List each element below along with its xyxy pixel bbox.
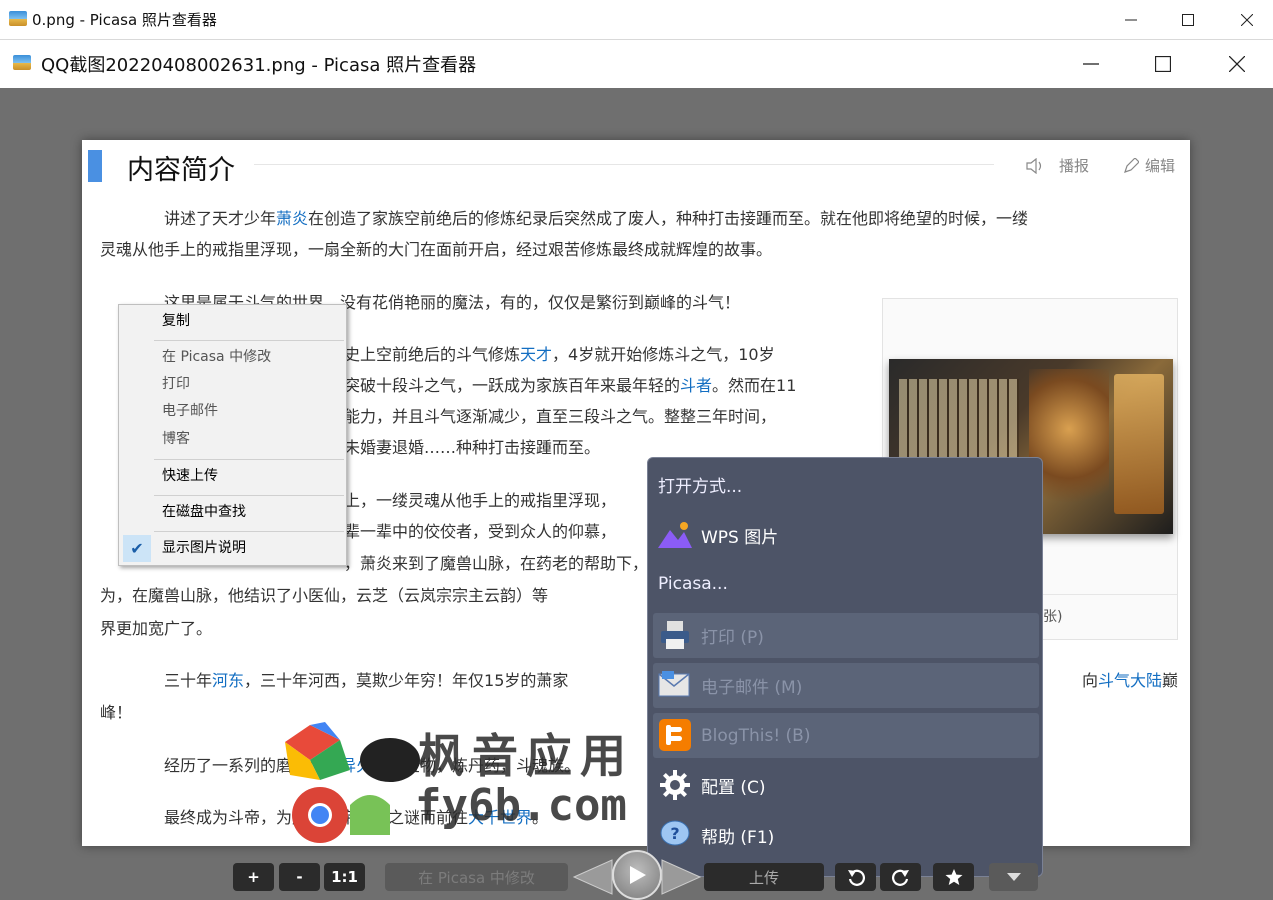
edit-link: 编辑	[1123, 155, 1175, 176]
menu-edit-in-picasa[interactable]: 在 Picasa 中修改	[119, 344, 346, 371]
next-arrow-icon[interactable]	[656, 858, 702, 896]
para4-line1: 上，一缕灵魂从他手上的戒指里浮现，	[344, 491, 617, 510]
para4-line5: 界更加宽广了。	[100, 619, 213, 638]
help-icon: ?	[658, 818, 692, 852]
minimize-icon	[1083, 63, 1099, 65]
inner-maximize-button[interactable]	[1143, 49, 1183, 79]
close-icon	[1229, 56, 1245, 72]
chevron-down-icon	[1006, 873, 1021, 881]
actual-size-button[interactable]: 1:1	[324, 863, 365, 891]
blogger-icon	[658, 718, 692, 752]
star-icon	[945, 869, 962, 885]
help-label: 帮助 (F1)	[701, 828, 775, 848]
zoom-out-button[interactable]: -	[279, 863, 320, 891]
wps-picture-icon	[658, 518, 692, 552]
print-item[interactable]: 打印 (P)	[653, 613, 1039, 658]
para3-line4: 未婚妻退婚……种种打击接踵而至。	[344, 438, 601, 457]
menu-find-on-disk[interactable]: 在磁盘中查找	[119, 499, 346, 526]
printer-icon	[658, 618, 692, 652]
menu-print[interactable]: 打印	[119, 371, 346, 398]
outer-title-bar: 0.png - Picasa 照片查看器	[0, 0, 1273, 40]
report-link: 播报	[1025, 155, 1089, 176]
gear-icon	[658, 768, 692, 802]
para3-line3: 能力，并且斗气逐渐减少，直至三段斗之气。整整三年时间，	[344, 407, 777, 426]
zoom-in-button[interactable]: +	[233, 863, 274, 891]
pencil-icon	[1124, 157, 1139, 173]
config-label: 配置 (C)	[701, 778, 766, 798]
star-button[interactable]	[933, 863, 974, 891]
open-with-menu: 打开方式... WPS 图片 Picasa... 打印 (P) 电子邮件 (M)…	[647, 457, 1043, 877]
blogthis-label: BlogThis! (B)	[701, 725, 811, 746]
para3-line2: 突破十段斗之气，一跃成为家族百年来最年轻的斗者。然而在11	[344, 376, 797, 395]
maximize-button[interactable]	[1168, 5, 1208, 35]
slideshow-play-button[interactable]	[612, 850, 662, 900]
email-icon	[658, 668, 692, 702]
minimize-button[interactable]	[1111, 5, 1151, 35]
image-caption: 张)	[1043, 609, 1063, 625]
para1-line2: 灵魂从他手上的戒指里浮现，一扇全新的大门在面前开启，经过艰苦修炼最终成就辉煌的故…	[100, 240, 773, 259]
para4-line3: ，萧炎来到了魔兽山脉，在药老的帮助下，为	[344, 554, 665, 573]
para7: 最终成为斗帝，为解开斗帝失踪之谜而前往大千世界。	[164, 808, 549, 827]
inner-window-title: QQ截图20220408002631.png - Picasa 照片查看器	[41, 55, 477, 76]
menu-blog[interactable]: 博客	[119, 426, 346, 453]
edit-in-picasa-button[interactable]: 在 Picasa 中修改	[385, 863, 568, 891]
menu-email[interactable]: 电子邮件	[119, 398, 346, 425]
open-wps-item[interactable]: WPS 图片	[653, 513, 1039, 558]
rotate-left-button[interactable]	[835, 863, 876, 891]
para4-line4: 为，在魔兽山脉，他结识了小医仙，云芝（云岚宗宗主云韵）等	[100, 586, 549, 605]
menu-copy[interactable]: 复制	[119, 308, 346, 335]
close-button[interactable]	[1227, 5, 1267, 35]
context-menu: 复制 在 Picasa 中修改 打印 电子邮件 博客 快速上传 在磁盘中查找 ✔…	[118, 304, 347, 566]
para5-line2: 峰！	[100, 703, 133, 722]
upload-button[interactable]: 上传	[704, 863, 824, 891]
minimize-icon	[1125, 19, 1137, 21]
outer-window-title: 0.png - Picasa 照片查看器	[32, 11, 217, 29]
picasa-app-icon	[13, 55, 31, 70]
inner-title-bar: QQ截图20220408002631.png - Picasa 照片查看器	[0, 40, 1273, 88]
heading-divider	[254, 164, 994, 165]
rotate-right-icon	[891, 869, 909, 886]
menu-show-caption[interactable]: 显示图片说明	[119, 535, 346, 562]
para6: 经历了一系列的磨练：收异火，寻宝物，炼丹药，斗魂族。	[164, 756, 581, 775]
inner-close-button[interactable]	[1217, 49, 1257, 79]
photo-heading: 内容简介	[127, 155, 235, 186]
rotate-right-button[interactable]	[880, 863, 921, 891]
para3-line1: 史上空前绝后的斗气修炼天才，4岁就开始修炼斗之气，10岁	[344, 345, 775, 364]
help-item[interactable]: ? 帮助 (F1)	[653, 813, 1039, 858]
para5-line1: 三十年河东，三十年河西，莫欺少年穷！年仅15岁的萧家	[164, 671, 569, 690]
wps-label: WPS 图片	[701, 528, 779, 548]
menu-quick-upload[interactable]: 快速上传	[119, 463, 346, 490]
close-icon	[1241, 14, 1253, 26]
report-label: 播报	[1059, 157, 1090, 175]
more-options-button[interactable]	[989, 863, 1038, 891]
maximize-icon	[1182, 14, 1194, 26]
para5-line1-tail: 向斗气大陆巅	[1082, 671, 1179, 690]
email-label: 电子邮件 (M)	[701, 678, 803, 698]
email-item[interactable]: 电子邮件 (M)	[653, 663, 1039, 708]
play-icon	[630, 866, 646, 884]
rotate-left-icon	[847, 869, 865, 886]
para4-line2: 辈一辈中的佼佼者，受到众人的仰慕，	[344, 522, 617, 541]
open-picasa-item[interactable]: Picasa...	[658, 574, 1052, 604]
blogthis-item[interactable]: BlogThis! (B)	[653, 713, 1039, 758]
open-with-label[interactable]: 打开方式...	[658, 472, 1052, 502]
inner-minimize-button[interactable]	[1071, 49, 1111, 79]
speaker-icon	[1026, 157, 1042, 174]
config-item[interactable]: 配置 (C)	[653, 763, 1039, 808]
picasa-app-icon	[9, 11, 27, 26]
print-label: 打印 (P)	[701, 628, 764, 648]
svg-text:?: ?	[670, 824, 679, 843]
para1-line1: 讲述了天才少年萧炎在创造了家族空前绝后的修炼纪录后突然成了废人，种种打击接踵而至…	[164, 209, 1029, 228]
maximize-icon	[1155, 56, 1171, 72]
heading-accent-bar	[88, 150, 102, 182]
edit-label: 编辑	[1145, 157, 1176, 175]
